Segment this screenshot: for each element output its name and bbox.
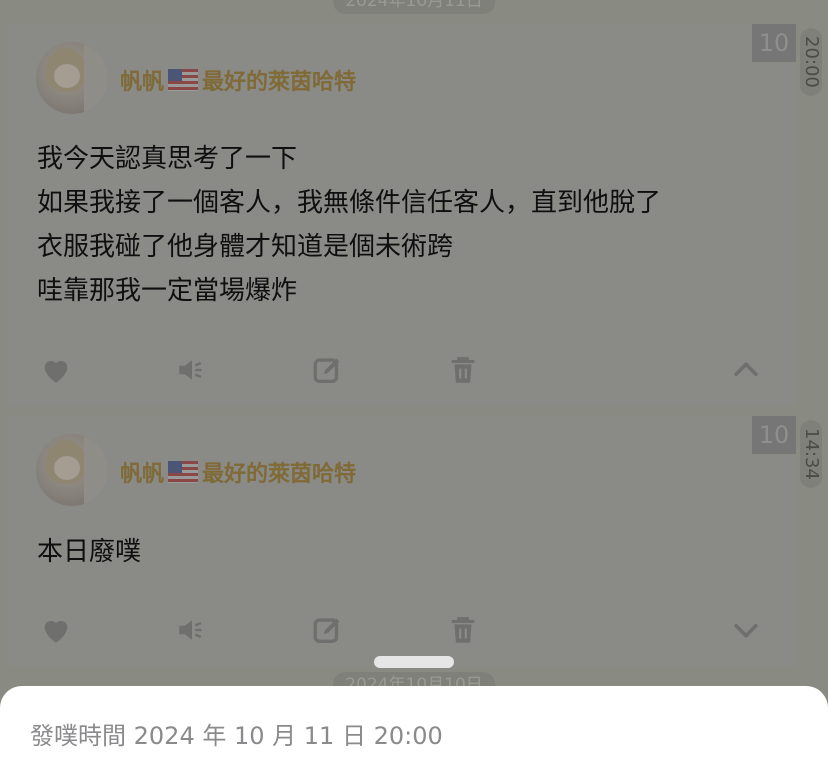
post-line: 衣服我碰了他身體才知道是個未術跨 bbox=[37, 232, 454, 262]
avatar[interactable] bbox=[36, 42, 108, 114]
post-actions bbox=[8, 352, 796, 392]
date-separator: 2024年10月11日 bbox=[333, 0, 495, 14]
avatar[interactable] bbox=[36, 434, 108, 506]
trash-icon[interactable] bbox=[445, 612, 481, 648]
author-display-name: 帆帆 bbox=[120, 70, 165, 95]
post-time-label: 發噗時間 bbox=[30, 722, 126, 750]
response-count-badge[interactable]: 10 bbox=[752, 24, 796, 62]
post-time-info: 發噗時間 2024 年 10 月 11 日 20:00 bbox=[30, 716, 443, 751]
post-time-value: 2024 年 10 月 11 日 20:00 bbox=[133, 722, 443, 750]
post-line: 我今天認真思考了一下 bbox=[37, 144, 298, 174]
post-card[interactable]: 10 帆帆 最好的萊茵哈特 我今天認真思考了一下 如果我接了一個客人，我無條件信… bbox=[8, 24, 796, 406]
chevron-up-icon[interactable] bbox=[728, 352, 764, 388]
bottom-sheet: 發噗時間 2024 年 10 月 11 日 20:00 bbox=[0, 686, 828, 776]
post-line: 本日廢噗 bbox=[37, 537, 142, 567]
author-nickname: 最好的萊茵哈特 bbox=[202, 462, 357, 487]
sheet-drag-handle[interactable] bbox=[374, 656, 454, 668]
author-nickname: 最好的萊茵哈特 bbox=[202, 70, 357, 95]
post-card[interactable]: 10 帆帆 最好的萊茵哈特 本日廢噗 bbox=[8, 416, 796, 666]
response-count-badge[interactable]: 10 bbox=[752, 416, 796, 454]
edit-icon[interactable] bbox=[310, 352, 346, 388]
post-line: 哇靠那我一定當場爆炸 bbox=[37, 276, 298, 306]
us-flag-icon bbox=[168, 69, 199, 91]
author-name[interactable]: 帆帆 最好的萊茵哈特 bbox=[120, 64, 356, 96]
speaker-icon[interactable] bbox=[174, 612, 210, 648]
heart-icon[interactable] bbox=[38, 612, 74, 648]
post-time: 20:00 bbox=[800, 28, 822, 96]
chevron-down-icon[interactable] bbox=[728, 612, 764, 648]
post-content: 我今天認真思考了一下 如果我接了一個客人，我無條件信任客人，直到他脫了 衣服我碰… bbox=[37, 137, 661, 313]
us-flag-icon bbox=[168, 461, 199, 483]
post-actions bbox=[8, 612, 796, 652]
post-line: 如果我接了一個客人，我無條件信任客人，直到他脫了 bbox=[37, 188, 662, 218]
post-content: 本日廢噗 bbox=[37, 530, 141, 574]
edit-icon[interactable] bbox=[310, 612, 346, 648]
author-display-name: 帆帆 bbox=[120, 462, 165, 487]
author-name[interactable]: 帆帆 最好的萊茵哈特 bbox=[120, 456, 356, 488]
post-time: 14:34 bbox=[800, 420, 822, 488]
heart-icon[interactable] bbox=[38, 352, 74, 388]
speaker-icon[interactable] bbox=[174, 352, 210, 388]
trash-icon[interactable] bbox=[445, 352, 481, 388]
